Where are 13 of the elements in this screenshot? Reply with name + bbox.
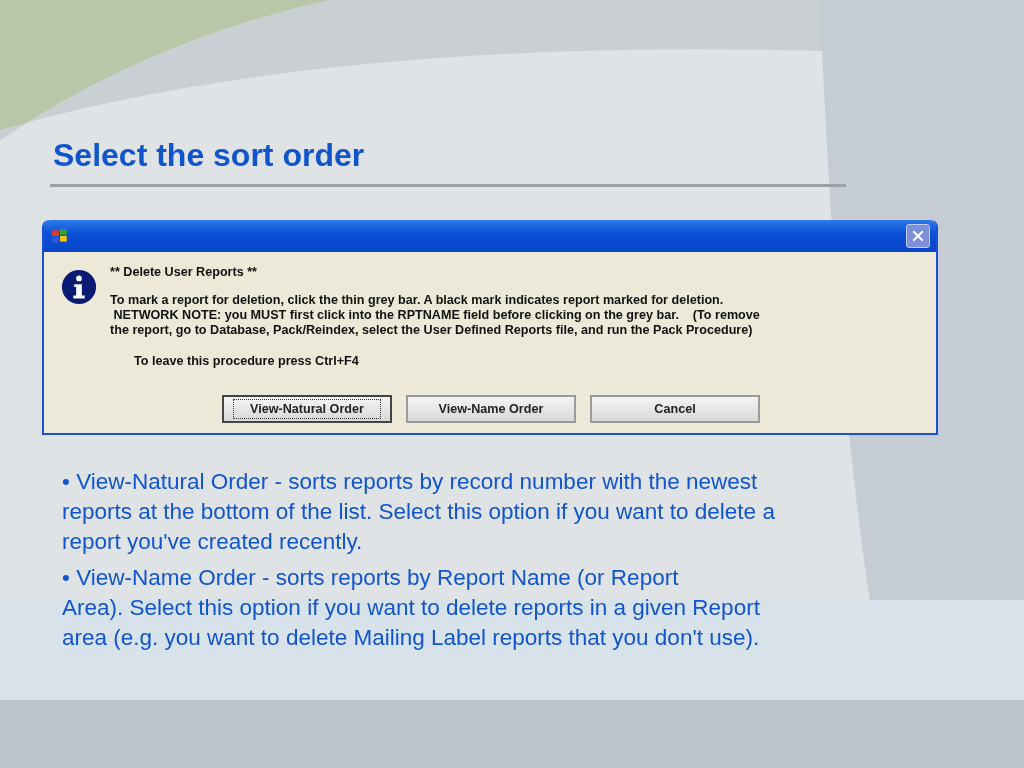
slide-title: Select the sort order [53,136,366,174]
dialog-button[interactable]: View-Natural Order [222,395,392,423]
dialog-message: To mark a report for deletion, click the thin grey bar. A black mark indicates report marked for deletion. NETWORK NOTE: you MUST first click into the RPTNAME field before clicking on the grey bar. (To remove the report, go to Database, Pack/Reindex, select the User Defined Reports file, and run the Pack Procedure) [110,293,760,338]
dialog-hint: To leave this procedure press Ctrl+F4 [134,353,360,369]
dialog-button[interactable]: View-Name Order [406,395,576,423]
app-icon [51,227,69,245]
close-icon [912,230,924,242]
close-button[interactable] [906,224,930,248]
dialog-button[interactable]: Cancel [590,395,760,423]
bullet-paragraph: • View-Name Order - sorts reports by Report Name (or Report Area). Select this option if you want to delete reports in a given Report area (e.g. you want to delete Mailing Label reports that you don't use). [62,564,761,652]
info-icon [60,268,98,306]
bullet-paragraph: • View-Natural Order - sorts reports by record number with the newest reports at the bottom of the list. Select this option if you want to delete a report you've created recently. [62,468,776,556]
dialog-heading: ** Delete User Reports ** [110,264,258,280]
